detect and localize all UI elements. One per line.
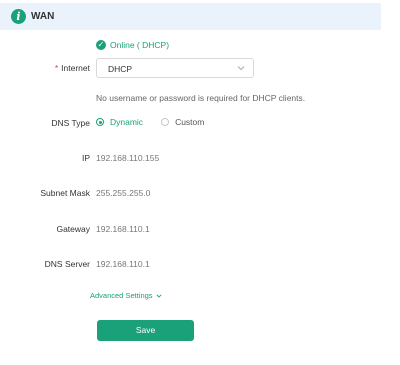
ip-value: 192.168.110.155 [96,153,160,163]
dns-dynamic-radio[interactable] [96,118,104,126]
chevron-down-icon [237,66,245,71]
info-icon: i [11,9,26,24]
connection-status: ✓ Online ( DHCP) [96,38,169,52]
status-text: Online ( DHCP) [110,40,170,50]
internet-select-value: DHCP [108,64,133,74]
internet-select[interactable]: DHCP [96,58,254,78]
dns-type-label: DNS Type [51,118,90,128]
advanced-settings-label: Advanced Settings [90,291,153,300]
dns-type-radio-group: Dynamic Custom [96,117,204,127]
dns-server-label: DNS Server [44,259,90,269]
dhcp-hint: No username or password is required for … [96,93,306,103]
subnet-mask-value: 255.255.255.0 [96,188,151,198]
chevron-down-icon [156,293,162,298]
dns-dynamic-label[interactable]: Dynamic [110,117,143,127]
gateway-label: Gateway [56,224,90,234]
section-header: i WAN [0,3,381,30]
save-button[interactable]: Save [97,320,194,341]
dns-custom-label[interactable]: Custom [175,117,204,127]
required-mark: * [54,63,59,73]
gateway-value: 192.168.110.1 [96,224,150,234]
section-title: WAN [31,11,55,22]
internet-label: * Internet [54,63,90,73]
advanced-settings-link[interactable]: Advanced Settings [90,291,162,300]
subnet-mask-label: Subnet Mask [40,188,90,198]
ip-label: IP [81,153,90,163]
check-circle-icon: ✓ [96,40,106,50]
dns-custom-radio[interactable] [161,118,170,126]
dns-server-value: 192.168.110.1 [96,259,150,269]
